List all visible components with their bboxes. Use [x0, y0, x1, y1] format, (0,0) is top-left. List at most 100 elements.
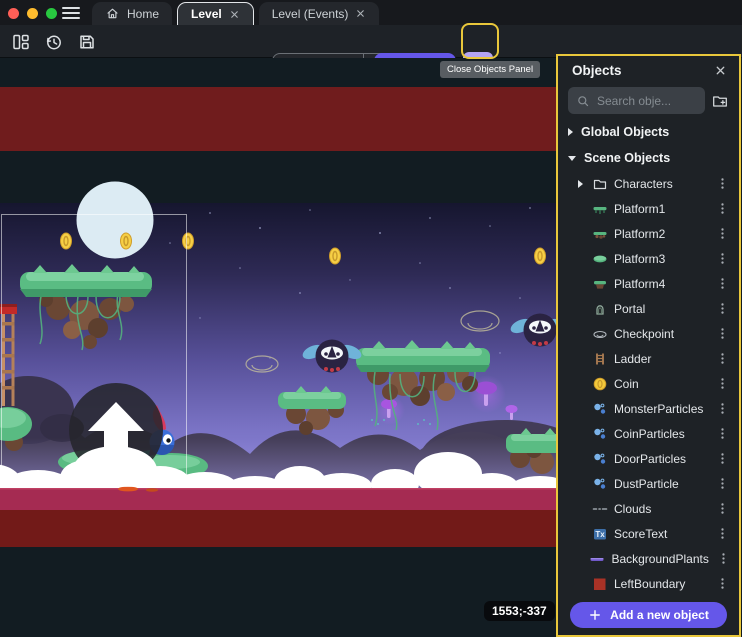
home-icon: [105, 6, 120, 21]
object-label: Ladder: [614, 352, 705, 366]
add-new-object-button[interactable]: Add a new object: [570, 602, 727, 628]
kebab-icon[interactable]: [711, 502, 733, 515]
ladder-icon: [591, 350, 608, 367]
object-label: Portal: [614, 302, 705, 316]
tab-label: Level (Events): [272, 7, 349, 21]
kebab-icon[interactable]: [711, 277, 733, 290]
kebab-icon[interactable]: [715, 552, 733, 565]
close-tab-icon[interactable]: [229, 9, 240, 20]
dashes-icon: [591, 500, 608, 517]
red-square-icon: [591, 575, 608, 592]
scene-editor-canvas[interactable]: Close Objects Panel 1553;-337: [0, 58, 556, 637]
objects-panel-header: Objects: [558, 56, 739, 84]
window-controls[interactable]: [8, 8, 57, 19]
object-list-item[interactable]: Platform1: [558, 196, 739, 221]
kebab-icon[interactable]: [711, 327, 733, 340]
objects-panel-title: Objects: [572, 63, 622, 78]
object-list-item[interactable]: Ladder: [558, 346, 739, 371]
object-label: ScoreText: [614, 527, 705, 541]
particles-icon: [591, 475, 608, 492]
kebab-icon[interactable]: [711, 477, 733, 490]
kebab-icon[interactable]: [711, 377, 733, 390]
object-list-item[interactable]: Characters: [558, 171, 739, 196]
search-input[interactable]: Search obje...: [568, 87, 705, 114]
object-list-item[interactable]: MonsterParticles: [558, 396, 739, 421]
add-new-object-label: Add a new object: [610, 608, 709, 622]
tab-label: Level: [191, 7, 222, 21]
close-window-button[interactable]: [8, 8, 19, 19]
object-list-item[interactable]: CoinParticles: [558, 421, 739, 446]
kebab-icon[interactable]: [711, 302, 733, 315]
tab-home[interactable]: Home: [92, 2, 172, 25]
kebab-icon[interactable]: [711, 352, 733, 365]
kebab-icon[interactable]: [711, 252, 733, 265]
object-label: DoorParticles: [614, 452, 705, 466]
group-global-objects[interactable]: Global Objects: [558, 119, 739, 145]
window-titlebar: Home Level Level (Events): [0, 0, 742, 25]
kebab-icon[interactable]: [711, 452, 733, 465]
object-label: Characters: [614, 177, 705, 191]
group-scene-objects[interactable]: Scene Objects: [558, 145, 739, 171]
folder-icon: [591, 175, 608, 192]
tab-level[interactable]: Level: [177, 2, 254, 25]
kebab-icon[interactable]: [711, 427, 733, 440]
particles-icon: [591, 450, 608, 467]
scene-render: [0, 58, 556, 637]
folder-add-icon[interactable]: [711, 92, 729, 110]
close-icon[interactable]: [714, 64, 727, 77]
editor-tabs: Home Level Level (Events): [92, 2, 379, 25]
caret-right-icon: [568, 128, 573, 136]
particles-icon: [591, 425, 608, 442]
close-tab-icon[interactable]: [355, 8, 366, 19]
minimize-window-button[interactable]: [27, 8, 38, 19]
object-list-item[interactable]: TxScoreText: [558, 521, 739, 546]
cursor-coordinates: 1553;-337: [484, 601, 555, 621]
object-list-item[interactable]: DustParticle: [558, 471, 739, 496]
kebab-icon[interactable]: [711, 402, 733, 415]
object-list-item[interactable]: DoorParticles: [558, 446, 739, 471]
object-list-item[interactable]: Platform4: [558, 271, 739, 296]
search-icon: [576, 94, 590, 108]
panels-icon[interactable]: [8, 29, 34, 55]
particles-icon: [591, 400, 608, 417]
kebab-icon[interactable]: [711, 227, 733, 240]
main-menu-icon[interactable]: [62, 6, 80, 25]
kebab-icon[interactable]: [711, 527, 733, 540]
plants-icon: [589, 550, 605, 567]
object-list-item[interactable]: LeftBoundary: [558, 571, 739, 596]
object-label: DustParticle: [614, 477, 705, 491]
object-list-item[interactable]: Checkpoint: [558, 321, 739, 346]
history-icon[interactable]: [41, 29, 67, 55]
kebab-icon[interactable]: [711, 577, 733, 590]
object-list-item[interactable]: Portal: [558, 296, 739, 321]
top-boundary-band[interactable]: [0, 87, 556, 151]
object-label: CoinParticles: [614, 427, 705, 441]
caret-down-icon: [568, 156, 576, 161]
kebab-icon[interactable]: [711, 177, 733, 190]
object-list-item[interactable]: Clouds: [558, 496, 739, 521]
object-list-item[interactable]: Platform3: [558, 246, 739, 271]
checkpoint-icon: [591, 325, 608, 342]
plus-icon: [588, 608, 602, 622]
tab-label: Home: [127, 7, 159, 21]
maximize-window-button[interactable]: [46, 8, 57, 19]
object-label: Checkpoint: [614, 327, 705, 341]
platform4-icon: [591, 275, 608, 292]
save-icon[interactable]: [74, 29, 100, 55]
object-label: Clouds: [614, 502, 705, 516]
bottom-boundary-bands[interactable]: [0, 487, 556, 547]
moon[interactable]: [77, 182, 154, 259]
gdevelop-editor-window: HomeLevelLevel (Events) Preview Share: [0, 0, 742, 637]
object-list-item[interactable]: Coin: [558, 371, 739, 396]
caret-right-icon[interactable]: [578, 180, 583, 188]
object-label: Coin: [614, 377, 705, 391]
object-label: MonsterParticles: [614, 402, 705, 416]
kebab-icon[interactable]: [711, 202, 733, 215]
coin-icon: [591, 375, 608, 392]
tab-level-events[interactable]: Level (Events): [259, 2, 380, 25]
object-list-item[interactable]: BackgroundPlants: [558, 546, 739, 571]
platform2-icon: [591, 225, 608, 242]
objects-tree: Global ObjectsScene Objects Characters Pla…: [558, 119, 739, 596]
object-list-item[interactable]: Platform2: [558, 221, 739, 246]
object-label: Platform4: [614, 277, 705, 291]
